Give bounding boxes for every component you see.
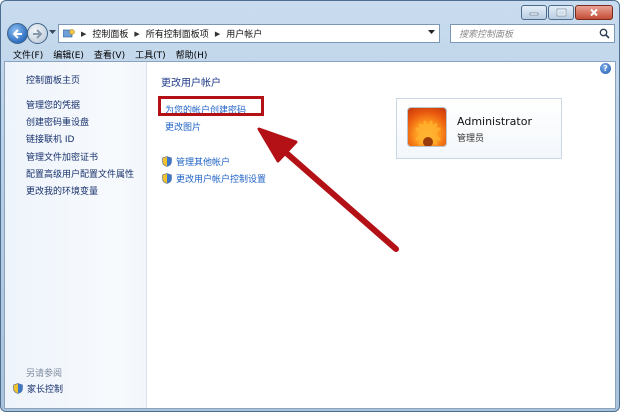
close-icon [590,8,598,17]
avatar[interactable] [407,107,447,147]
menu-view[interactable]: 查看(V) [89,48,130,61]
menu-tools[interactable]: 工具(T) [130,48,171,61]
help-icon[interactable]: ? [600,63,611,74]
uac-shield-icon [13,383,23,394]
content-area: 控制面板主页 管理您的凭据 创建密码重设盘 链接联机 ID 管理文件加密证书 配… [4,61,616,409]
sidebar-item-link-online-id[interactable]: 链接联机 ID [26,132,74,145]
control-panel-window: ▶ 控制面板 ▶ 所有控制面板项 ▶ 用户帐户 搜索控制面板 文件(F) 编辑(… [0,0,620,412]
search-box[interactable]: 搜索控制面板 [450,24,615,43]
back-button[interactable] [7,23,28,44]
search-icon[interactable] [599,28,610,39]
crumb-separator-icon: ▶ [214,29,221,38]
forward-button[interactable] [27,23,48,44]
sidebar-item-profile-properties[interactable]: 配置高级用户配置文件属性 [26,167,134,180]
see-also-heading: 另请参阅 [26,369,63,379]
menu-help[interactable]: 帮助(H) [171,48,213,61]
caption-buttons [521,5,613,20]
uac-settings-link[interactable]: 更改用户帐户控制设置 [162,172,266,185]
account-tile: Administrator 管理员 [396,98,562,159]
crumb-separator-icon: ▶ [81,29,87,38]
address-chevron-down-icon[interactable] [428,30,435,35]
task-sidebar: 控制面板主页 管理您的凭据 创建密码重设盘 链接联机 ID 管理文件加密证书 配… [5,62,147,408]
manage-other-accounts-label: 管理其他帐户 [176,158,231,168]
uac-shield-icon [162,173,172,184]
sidebar-item-manage-credentials[interactable]: 管理您的凭据 [26,98,80,111]
breadcrumb-all-items[interactable]: 所有控制面板项 [146,27,209,40]
manage-other-accounts-link[interactable]: 管理其他帐户 [162,155,230,168]
control-panel-icon [63,29,75,38]
navigation-bar: ▶ 控制面板 ▶ 所有控制面板项 ▶ 用户帐户 搜索控制面板 [7,23,615,45]
address-bar[interactable]: ▶ 控制面板 ▶ 所有控制面板项 ▶ 用户帐户 [58,24,440,43]
maximize-button[interactable] [548,5,574,20]
sidebar-item-environment-variables[interactable]: 更改我的环境变量 [26,184,98,197]
close-button[interactable] [575,5,613,20]
maximize-icon [556,8,566,17]
page-title: 更改用户帐户 [161,78,221,89]
crumb-separator-icon: ▶ [134,29,140,38]
forward-arrow-icon [33,28,43,39]
menu-edit[interactable]: 编辑(E) [48,48,89,61]
uac-settings-label: 更改用户帐户控制设置 [176,175,267,185]
search-placeholder: 搜索控制面板 [459,30,514,40]
back-arrow-icon [12,28,22,39]
highlight-annotation-box [158,96,264,116]
parental-controls-label: 家长控制 [27,385,64,395]
minimize-button[interactable] [521,5,547,20]
main-pane: 更改用户帐户 为您的帐户创建密码 更改图片 管理其他帐户 更改用户帐户控制设置 [148,62,615,408]
uac-shield-icon [162,156,172,167]
minimize-icon [529,12,539,15]
breadcrumb-user-accounts[interactable]: 用户帐户 [226,27,262,40]
menu-file[interactable]: 文件(F) [8,48,48,61]
flower-picture-icon [415,120,441,146]
sidebar-item-control-panel-home[interactable]: 控制面板主页 [26,73,80,86]
sidebar-item-password-reset-disk[interactable]: 创建密码重设盘 [26,115,89,128]
menu-bar: 文件(F) 编辑(E) 查看(V) 工具(T) 帮助(H) [2,47,618,61]
account-role: 管理员 [457,134,485,144]
breadcrumb-control-panel[interactable]: 控制面板 [92,27,128,40]
change-picture-link[interactable]: 更改图片 [165,120,201,133]
recent-pages-chevron-down-icon[interactable] [49,30,56,35]
account-name: Administrator [457,115,532,128]
sidebar-item-parental-controls[interactable]: 家长控制 [13,382,63,395]
sidebar-item-encryption-certs[interactable]: 管理文件加密证书 [26,150,98,163]
